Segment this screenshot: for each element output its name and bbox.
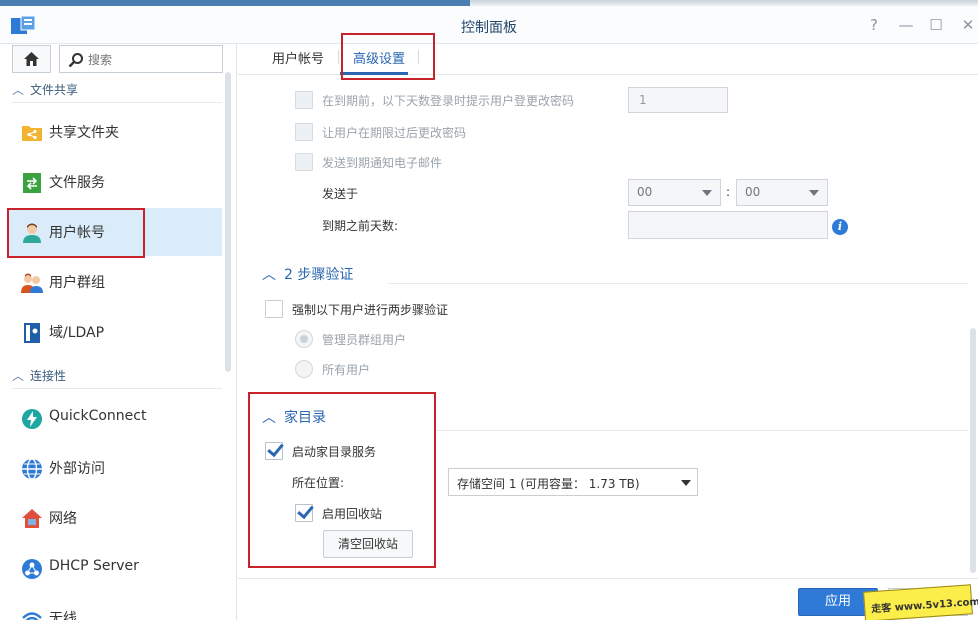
notify-days-label: 在到期前，以下天数登录时提示用户登更改密码 [322, 94, 575, 108]
settings-content: 在到期前，以下天数登录时提示用户登更改密码 1 让用户在期限过后更改密码 发送到… [238, 75, 968, 575]
send-hour-select[interactable]: 00 [628, 179, 721, 206]
sidebar-item-label: 域/LDAP [49, 325, 105, 341]
select-value: 00 [637, 185, 653, 199]
two-step-section-header[interactable]: ︿ 2 步骤验证 [262, 264, 353, 284]
time-separator: : [726, 185, 731, 199]
search-box[interactable] [59, 45, 223, 73]
user-group-icon [21, 273, 43, 293]
radio-all-users-label: 所有用户 [322, 363, 371, 377]
home-icon [24, 52, 39, 66]
sidebar-item-label: DHCP Server [49, 558, 139, 574]
notify-days-input[interactable]: 1 [628, 87, 728, 113]
enforce-two-step-label: 强制以下用户进行两步骤验证 [292, 303, 449, 317]
sidebar-scrollbar[interactable] [225, 72, 231, 372]
allow-change-label: 让用户在期限过后更改密码 [322, 126, 467, 140]
sidebar-item-shared-folder[interactable]: 共享文件夹 [8, 108, 222, 156]
dhcp-server-icon [22, 559, 42, 579]
radio-all-users[interactable] [295, 360, 313, 378]
send-minute-select[interactable]: 00 [736, 179, 828, 206]
info-icon[interactable]: i [832, 219, 848, 235]
network-home-icon [22, 509, 42, 528]
notify-days-checkbox[interactable] [295, 91, 313, 109]
sidebar-item-label: 无线 [49, 611, 77, 620]
expiry-email-checkbox[interactable] [295, 153, 313, 171]
section-label: 连接性 [30, 369, 67, 383]
chevron-up-icon: ︿ [262, 267, 276, 283]
highlight-box-user-account [7, 208, 145, 258]
sidebar-item-wireless[interactable]: 无线 [8, 594, 222, 620]
tab-user-account[interactable]: 用户帐号 [272, 48, 324, 67]
sidebar-item-external-access[interactable]: 外部访问 [8, 444, 222, 492]
quickconnect-icon [22, 409, 42, 429]
maximize-button[interactable]: ☐ [926, 14, 946, 36]
sidebar-item-domain-ldap[interactable]: 域/LDAP [8, 308, 222, 356]
allow-change-checkbox[interactable] [295, 123, 313, 141]
location-select[interactable]: 存储空间 1 (可用容量： 1.73 TB) [448, 468, 698, 496]
window-title: 控制面板 [461, 20, 517, 36]
section-label: 文件共享 [30, 83, 79, 97]
select-value: 00 [745, 185, 761, 199]
radio-admin-group[interactable] [295, 330, 313, 348]
caret-down-icon [809, 190, 819, 196]
chevron-up-icon: ︿ [12, 83, 25, 97]
enforce-two-step-checkbox[interactable] [265, 300, 283, 318]
sidebar-item-user-group[interactable]: 用户群组 [8, 258, 222, 306]
highlight-box-home [248, 392, 436, 568]
sidebar-item-label: 文件服务 [49, 175, 105, 191]
sidebar-item-quickconnect[interactable]: QuickConnect [8, 394, 222, 442]
sidebar-item-file-services[interactable]: 文件服务 [8, 158, 222, 206]
top-strip [0, 0, 978, 6]
globe-icon [22, 458, 42, 480]
days-before-label: 到期之前天数: [322, 219, 399, 233]
sidebar-item-label: 外部访问 [49, 461, 105, 477]
wireless-icon [22, 612, 42, 620]
sidebar-item-label: 用户群组 [49, 275, 105, 291]
home-button[interactable] [12, 45, 51, 73]
days-before-input[interactable] [628, 211, 828, 239]
expiry-email-label: 发送到期通知电子邮件 [322, 156, 443, 170]
domain-ldap-icon [24, 323, 40, 343]
file-services-icon [23, 173, 41, 193]
chevron-up-icon: ︿ [12, 369, 25, 383]
caret-down-icon [681, 480, 691, 486]
help-button[interactable]: ? [864, 14, 884, 36]
sidebar-item-dhcp-server[interactable]: DHCP Server [8, 544, 222, 592]
sidebar: ︿文件共享 共享文件夹 文件服务 用户帐号 用户群组 [0, 44, 237, 620]
section-title: 2 步骤验证 [284, 267, 354, 283]
watermark-badge: 走客 www.5v13.com [863, 584, 978, 620]
tab-bar: 用户帐号 高级设置 [238, 33, 978, 80]
select-value: 存储空间 1 (可用容量： 1.73 TB) [457, 477, 640, 491]
section-file-sharing[interactable]: ︿ 文件共享 [12, 77, 222, 103]
sidebar-item-label: 共享文件夹 [49, 125, 119, 141]
send-at-label: 发送于 [322, 187, 359, 201]
content-scrollbar[interactable] [970, 328, 976, 573]
minimize-button[interactable]: — [896, 14, 916, 36]
section-divider [436, 430, 968, 431]
highlight-box-advanced-tab [341, 33, 435, 80]
radio-admin-group-label: 管理员群组用户 [322, 333, 407, 347]
sidebar-item-network[interactable]: 网络 [8, 494, 222, 542]
close-button[interactable]: ✕ [958, 14, 978, 36]
tab-separator [338, 50, 339, 64]
section-connectivity[interactable]: ︿ 连接性 [12, 363, 222, 389]
search-input[interactable] [88, 50, 216, 69]
window-titlebar: 控制面板 ? — ☐ ✕ [0, 0, 978, 44]
section-divider [388, 283, 968, 284]
sidebar-item-label: 网络 [49, 511, 77, 527]
search-icon [68, 53, 83, 68]
caret-down-icon [702, 190, 712, 196]
shared-folder-icon [22, 126, 42, 141]
sidebar-item-label: QuickConnect [49, 408, 147, 424]
